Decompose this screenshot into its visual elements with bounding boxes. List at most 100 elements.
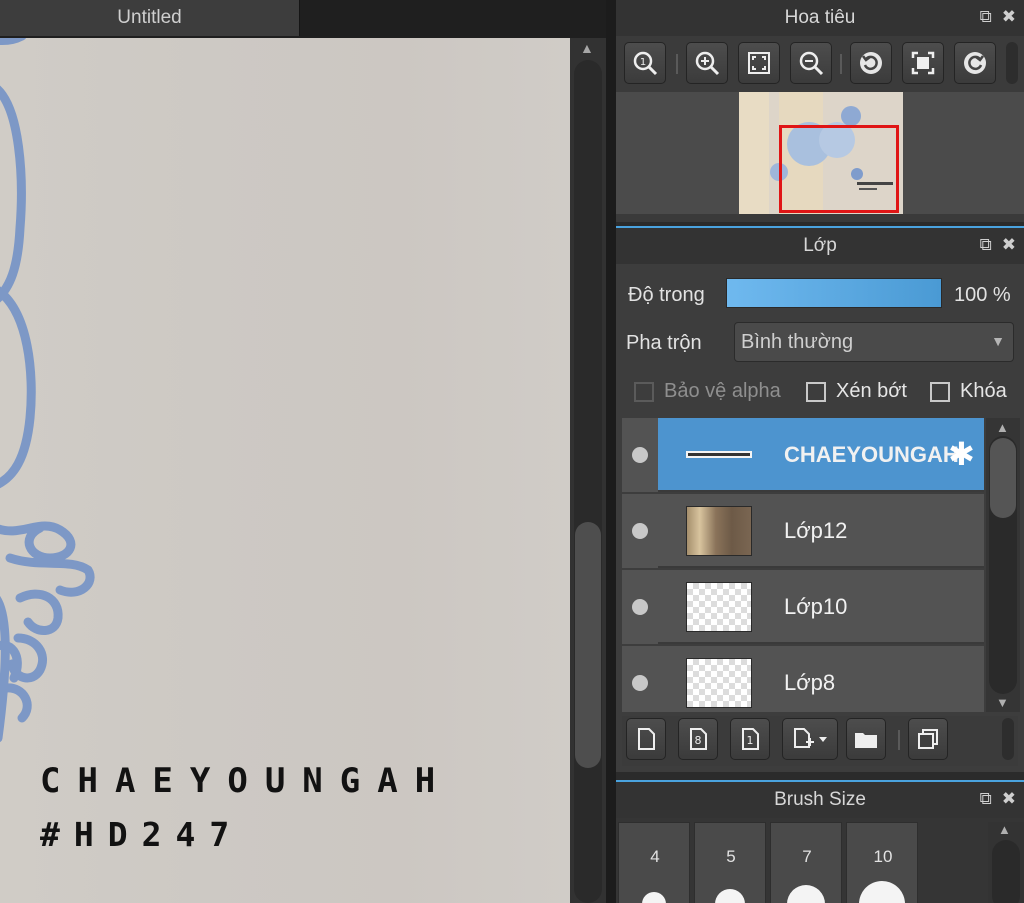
brush-size-option[interactable]: 7 [770, 822, 842, 903]
navigator-toolbar-scroll[interactable] [1006, 42, 1018, 84]
eye-icon [632, 523, 648, 539]
eye-icon [632, 599, 648, 615]
brush-preview-dot [715, 889, 745, 903]
brush-preview-dot [859, 881, 905, 903]
layer-visibility-toggle[interactable] [622, 418, 658, 492]
actual-size-button[interactable]: 1 [624, 42, 666, 84]
rotate-right-button[interactable] [954, 42, 996, 84]
scroll-up-arrow-icon[interactable]: ▲ [996, 420, 1009, 435]
1bit-layer-icon: 1 [742, 728, 759, 750]
fullscreen-icon [911, 51, 935, 75]
layer-row[interactable]: CHAEYOUNGAH ✱ [622, 418, 984, 492]
brush-size-panel-title: Brush Size [774, 789, 866, 810]
brush-size-option[interactable]: 4 [618, 822, 690, 903]
close-icon[interactable]: ✖ [1002, 236, 1016, 254]
layer-name: Lớp10 [784, 594, 848, 619]
canvas-scroll-track[interactable] [574, 60, 602, 903]
fullscreen-button[interactable] [902, 42, 944, 84]
document-tab-title: Untitled [117, 7, 182, 28]
eye-icon [632, 447, 648, 463]
brush-size-label: 7 [802, 847, 812, 866]
artwork-title-text: CHAEYOUNGAH [40, 761, 453, 801]
brush-preview-dot [787, 885, 825, 903]
zoom-out-button[interactable] [790, 42, 832, 84]
new-8bit-layer-button[interactable]: 8 [678, 718, 718, 760]
opacity-label: Độ trong [628, 284, 705, 306]
clipping-label: Xén bớt [836, 380, 907, 402]
scroll-down-arrow-icon[interactable]: ▼ [996, 695, 1009, 710]
brush-size-option[interactable]: 5 [694, 822, 766, 903]
duplicate-layer-button[interactable] [908, 718, 948, 760]
clipping-checkbox[interactable]: Xén bớt [806, 380, 907, 403]
undock-icon[interactable]: ⧉ [980, 790, 992, 808]
svg-text:1: 1 [747, 734, 754, 747]
layer-name: CHAEYOUNGAH [784, 442, 959, 467]
dropdown-arrow-icon: ▼ [991, 333, 1005, 349]
document-tab[interactable]: Untitled [0, 0, 300, 36]
navigator-panel-header: Hoa tiêu ⧉ ✖ [616, 0, 1024, 36]
opacity-slider[interactable] [726, 278, 942, 308]
navigator-preview[interactable] [616, 92, 1024, 214]
protect-alpha-label: Bảo vệ alpha [664, 380, 781, 402]
undock-icon[interactable]: ⧉ [980, 8, 992, 26]
canvas[interactable]: CHAEYOUNGAH #HD247 [0, 38, 570, 903]
blend-mode-value: Bình thường [741, 331, 854, 353]
brush-size-option[interactable]: 10 [846, 822, 918, 903]
brush-size-scrollbar[interactable]: ▲ [988, 822, 1024, 903]
layer-list: CHAEYOUNGAH ✱ Lớp12 Lớp10 Lớp8 [622, 418, 984, 712]
layer-row[interactable]: Lớp8 [622, 646, 984, 712]
layer-name: Lớp12 [784, 518, 848, 543]
svg-text:8: 8 [695, 734, 702, 747]
canvas-scroll-thumb[interactable] [575, 522, 601, 768]
close-icon[interactable]: ✖ [1002, 8, 1016, 26]
scroll-up-arrow-icon[interactable]: ▲ [580, 40, 594, 56]
layer-visibility-toggle[interactable] [622, 646, 658, 712]
new-folder-button[interactable] [846, 718, 886, 760]
navigator-toolbar: 1 [616, 36, 1024, 92]
brush-size-label: 4 [650, 847, 660, 866]
layer-list-scrollbar[interactable]: ▲ ▼ [986, 418, 1020, 712]
fit-to-window-button[interactable] [738, 42, 780, 84]
layer-row[interactable]: Lớp12 [622, 494, 984, 568]
add-layer-dropdown-icon [794, 728, 827, 748]
checkbox-box [806, 381, 826, 402]
layer-thumbnail [686, 582, 752, 632]
zoom-actual-size-icon: 1 [633, 51, 658, 76]
folder-icon [855, 733, 877, 748]
layer-panel-title: Lớp [803, 235, 837, 256]
brush-size-label: 10 [873, 847, 893, 866]
navigator-viewport-frame[interactable] [779, 125, 899, 213]
scroll-up-arrow-icon[interactable]: ▲ [998, 822, 1011, 837]
rotate-left-button[interactable] [850, 42, 892, 84]
layer-panel-header: Lớp ⧉ ✖ [616, 228, 1024, 264]
lock-label: Khóa [960, 380, 1007, 402]
document-tab-bar: Untitled [0, 0, 612, 38]
brush-size-label: 5 [726, 847, 736, 866]
layer-scroll-thumb[interactable] [990, 438, 1016, 518]
canvas-vertical-scrollbar[interactable]: ▲ [570, 38, 606, 903]
toolbar-separator [676, 54, 678, 74]
lock-checkbox[interactable]: Khóa [930, 380, 1007, 403]
protect-alpha-checkbox[interactable]: Bảo vệ alpha [634, 380, 781, 403]
rotate-left-icon [860, 52, 882, 74]
brush-scroll-track[interactable] [992, 840, 1020, 903]
blend-mode-select[interactable]: Bình thường ▼ [734, 322, 1014, 362]
zoom-in-button[interactable] [686, 42, 728, 84]
panel-splitter[interactable] [606, 0, 616, 903]
layer-row[interactable]: Lớp10 [622, 570, 984, 644]
layer-visibility-toggle[interactable] [622, 494, 658, 568]
text-layer-gear-icon: ✱ [948, 436, 975, 472]
layer-toolbar-scroll[interactable] [1002, 718, 1014, 760]
8bit-layer-icon: 8 [690, 728, 707, 750]
new-1bit-layer-button[interactable]: 1 [730, 718, 770, 760]
brush-size-panel: Brush Size ⧉ ✖ 4 5 7 10 ▲ [616, 780, 1024, 903]
brush-preview-dot [642, 892, 666, 903]
text-layer-thumbnail-icon [686, 451, 752, 458]
add-layer-menu-button[interactable] [782, 718, 838, 760]
undock-icon[interactable]: ⧉ [980, 236, 992, 254]
layer-visibility-toggle[interactable] [622, 570, 658, 644]
close-icon[interactable]: ✖ [1002, 790, 1016, 808]
checkbox-box [634, 381, 654, 402]
new-layer-button[interactable] [626, 718, 666, 760]
new-page-icon [638, 728, 655, 750]
